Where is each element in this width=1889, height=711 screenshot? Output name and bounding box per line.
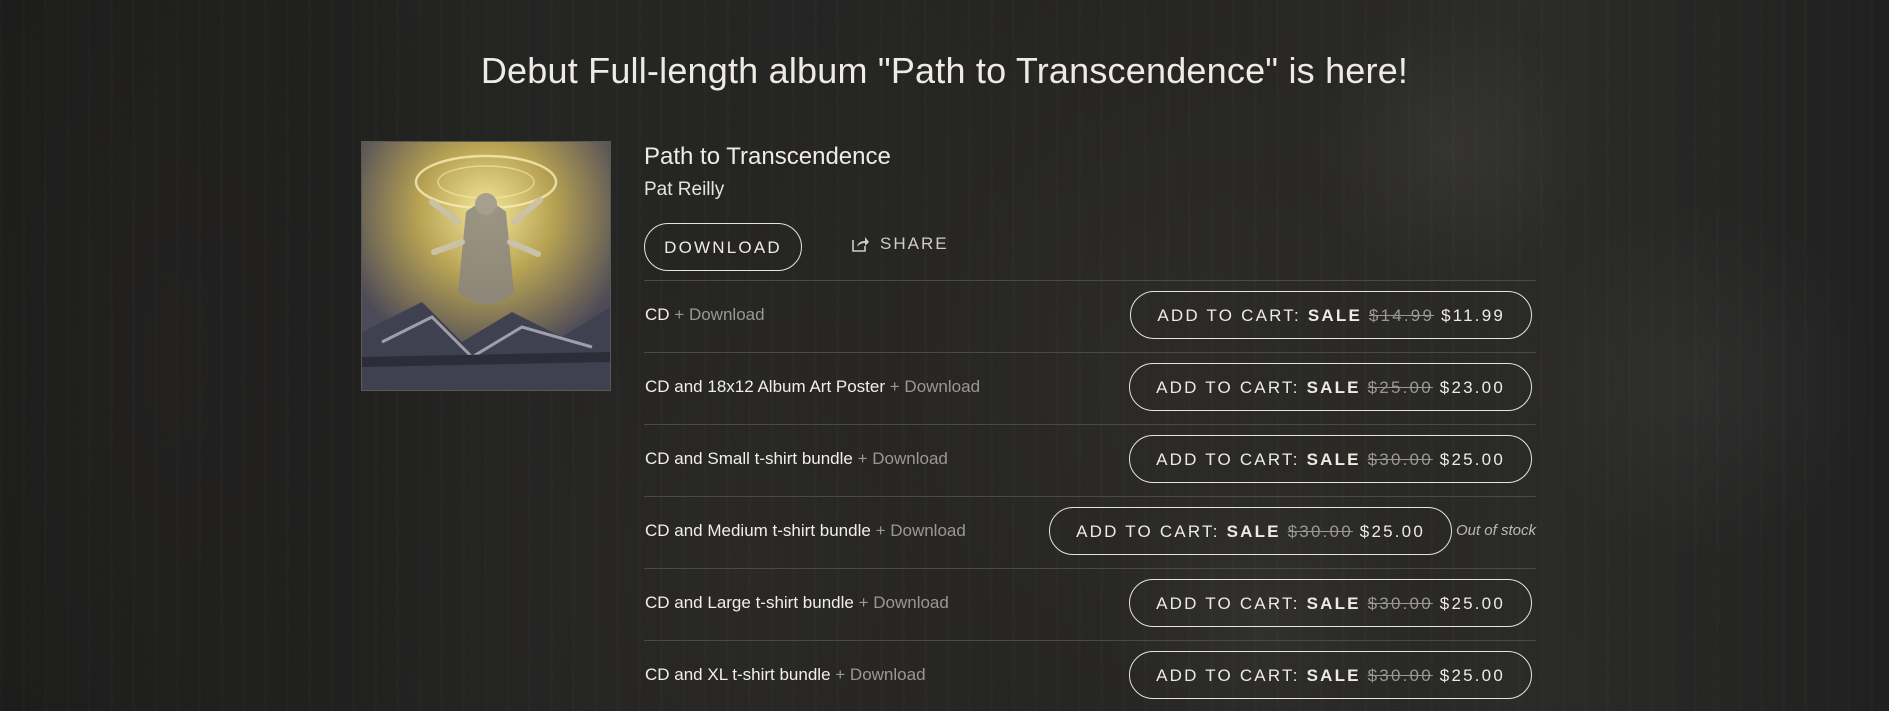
sale-price: $25.00	[1439, 665, 1505, 685]
cart-label: ADD TO CART:	[1156, 449, 1300, 469]
sale-label: SALE	[1307, 305, 1362, 325]
product-title: CD	[645, 305, 670, 324]
sale-label: SALE	[1306, 665, 1361, 685]
product-name: CD and Small t-shirt bundle + Download	[645, 449, 948, 469]
page-headline: Debut Full-length album "Path to Transce…	[480, 50, 1409, 91]
product-name: CD and Medium t-shirt bundle + Download	[645, 521, 966, 541]
original-price: $30.00	[1367, 665, 1433, 685]
product-title: CD and XL t-shirt bundle	[645, 665, 831, 684]
original-price: $30.00	[1287, 521, 1353, 541]
product-title: CD and Medium t-shirt bundle	[645, 521, 871, 540]
share-label: SHARE	[880, 234, 949, 253]
product-row: CD and Medium t-shirt bundle + Download …	[644, 496, 1536, 568]
product-suffix: + Download	[674, 305, 765, 324]
album-title: Path to Transcendence	[644, 143, 891, 170]
product-title: CD and Large t-shirt bundle	[645, 593, 854, 612]
product-row: CD and Small t-shirt bundle + Download A…	[644, 424, 1536, 496]
product-row: CD + Download ADD TO CART: SALE $14.99 $…	[644, 280, 1536, 352]
share-arrow-icon	[852, 237, 869, 252]
album-art-image	[362, 142, 610, 390]
sale-price: $23.00	[1439, 377, 1505, 397]
sale-label: SALE	[1306, 593, 1361, 613]
cart-label: ADD TO CART:	[1156, 593, 1300, 613]
product-suffix: + Download	[857, 449, 948, 468]
product-title: CD and Small t-shirt bundle	[645, 449, 853, 468]
product-row: CD and 18x12 Album Art Poster + Download…	[644, 352, 1536, 424]
sale-label: SALE	[1226, 521, 1281, 541]
add-to-cart-button[interactable]: ADD TO CART: SALE $30.00 $25.00	[1129, 651, 1532, 699]
product-suffix: + Download	[858, 593, 949, 612]
product-name: CD and 18x12 Album Art Poster + Download	[645, 377, 980, 397]
cart-label: ADD TO CART:	[1076, 521, 1220, 541]
product-name: CD + Download	[645, 305, 765, 325]
sale-price: $25.00	[1359, 521, 1425, 541]
sale-label: SALE	[1306, 377, 1361, 397]
share-button[interactable]: SHARE	[852, 234, 949, 254]
cart-label: ADD TO CART:	[1156, 377, 1300, 397]
original-price: $30.00	[1367, 449, 1433, 469]
product-row: CD and Large t-shirt bundle + Download A…	[644, 568, 1536, 640]
stock-status: Out of stock	[1455, 522, 1536, 539]
product-title: CD and 18x12 Album Art Poster	[645, 377, 886, 396]
sale-price: $11.99	[1441, 305, 1505, 325]
artist-name[interactable]: Pat Reilly	[644, 179, 724, 201]
product-suffix: + Download	[889, 377, 981, 396]
product-name: CD and Large t-shirt bundle + Download	[645, 593, 949, 613]
album-cover[interactable]	[361, 141, 611, 391]
add-to-cart-button[interactable]: ADD TO CART: SALE $30.00 $25.00	[1049, 507, 1452, 555]
add-to-cart-button[interactable]: ADD TO CART: SALE $30.00 $25.00	[1129, 435, 1532, 483]
cart-label: ADD TO CART:	[1157, 305, 1301, 325]
cart-label: ADD TO CART:	[1156, 665, 1300, 685]
product-row: CD and XL t-shirt bundle + Download ADD …	[644, 640, 1536, 711]
product-suffix: + Download	[835, 665, 926, 684]
product-list: CD + Download ADD TO CART: SALE $14.99 $…	[644, 280, 1536, 711]
add-to-cart-button[interactable]: ADD TO CART: SALE $30.00 $25.00	[1129, 579, 1532, 627]
sale-label: SALE	[1306, 449, 1361, 469]
sale-price: $25.00	[1439, 449, 1505, 469]
original-price: $25.00	[1367, 377, 1433, 397]
original-price: $30.00	[1367, 593, 1433, 613]
sale-price: $25.00	[1439, 593, 1505, 613]
add-to-cart-button[interactable]: ADD TO CART: SALE $14.99 $11.99	[1130, 291, 1532, 339]
product-suffix: + Download	[875, 521, 966, 540]
original-price: $14.99	[1368, 305, 1435, 325]
download-button[interactable]: DOWNLOAD	[644, 223, 802, 271]
product-name: CD and XL t-shirt bundle + Download	[645, 665, 926, 685]
add-to-cart-button[interactable]: ADD TO CART: SALE $25.00 $23.00	[1129, 363, 1532, 411]
